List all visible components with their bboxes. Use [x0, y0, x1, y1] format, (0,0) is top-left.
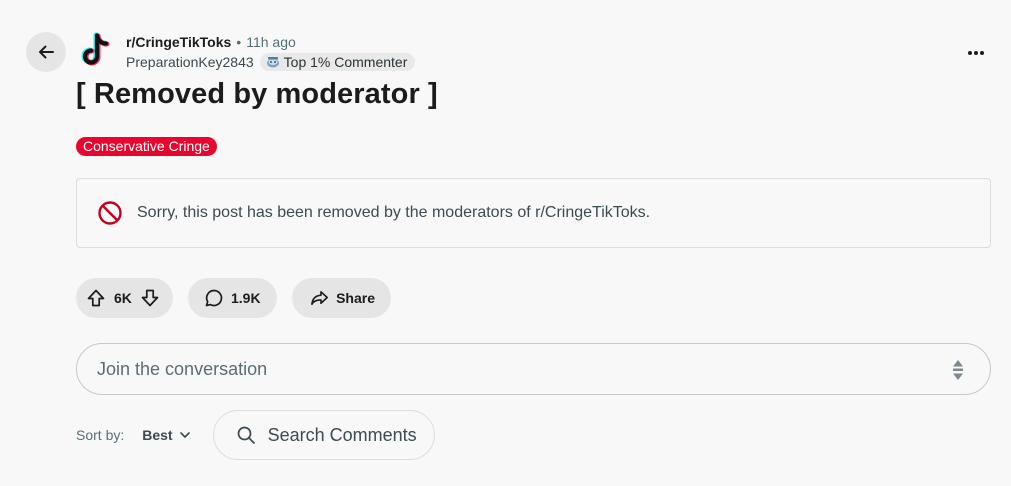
author-flair-text: Top 1% Commenter — [283, 54, 408, 70]
sort-value: Best — [142, 427, 173, 443]
subreddit-avatar[interactable] — [78, 31, 112, 69]
author-row: PreparationKey2843 Top 1% Commenter — [126, 53, 416, 71]
arrow-left-icon — [39, 45, 54, 59]
comment-input-placeholder: Join the conversation — [97, 358, 268, 379]
meta-separator: • — [236, 34, 242, 50]
removed-message: Sorry, this post has been removed by the… — [137, 204, 651, 221]
downvote-button[interactable] — [138, 286, 162, 310]
share-arrow-icon — [311, 290, 328, 306]
post-time: 11h ago — [246, 34, 296, 50]
search-comments-placeholder: Search Comments — [267, 424, 417, 445]
search-comments-input[interactable]: Search Comments — [212, 410, 435, 460]
arrow-up-icon — [87, 289, 105, 307]
prohibited-icon — [98, 201, 122, 225]
sort-dropdown[interactable]: Best — [142, 427, 190, 443]
tiktok-logo-icon — [81, 32, 110, 66]
comment-count: 1.9K — [231, 290, 261, 306]
snoo-commenter-icon — [266, 57, 279, 68]
back-button[interactable] — [26, 32, 66, 72]
expand-icon[interactable] — [950, 358, 966, 382]
search-icon — [237, 426, 255, 444]
comments-button[interactable]: 1.9K — [188, 278, 277, 318]
more-options-button[interactable] — [963, 40, 989, 66]
post-flair[interactable]: Conservative Cringe — [76, 137, 217, 156]
speech-bubble-icon — [205, 289, 223, 307]
post-meta: r/CringeTikToks • 11h ago — [126, 34, 296, 50]
comment-input[interactable]: Join the conversation — [76, 343, 991, 395]
ellipsis-icon — [968, 51, 984, 55]
author-flair: Top 1% Commenter — [259, 53, 416, 71]
vote-control: 6K — [76, 278, 173, 318]
arrow-down-icon — [141, 289, 159, 307]
removed-notice: Sorry, this post has been removed by the… — [76, 178, 991, 248]
share-button[interactable]: Share — [292, 278, 391, 318]
vote-count: 6K — [114, 290, 132, 306]
subreddit-name[interactable]: r/CringeTikToks — [126, 34, 231, 50]
post-actions: 6K 1.9K Share — [76, 278, 391, 318]
post-title: [ Removed by moderator ] — [76, 78, 438, 110]
upvote-button[interactable] — [84, 286, 108, 310]
author-name[interactable]: PreparationKey2843 — [126, 54, 254, 70]
comment-controls: Sort by: Best Search Comments — [76, 410, 435, 460]
share-label: Share — [336, 290, 375, 306]
chevron-down-icon — [179, 432, 190, 438]
sort-label: Sort by: — [76, 427, 125, 443]
